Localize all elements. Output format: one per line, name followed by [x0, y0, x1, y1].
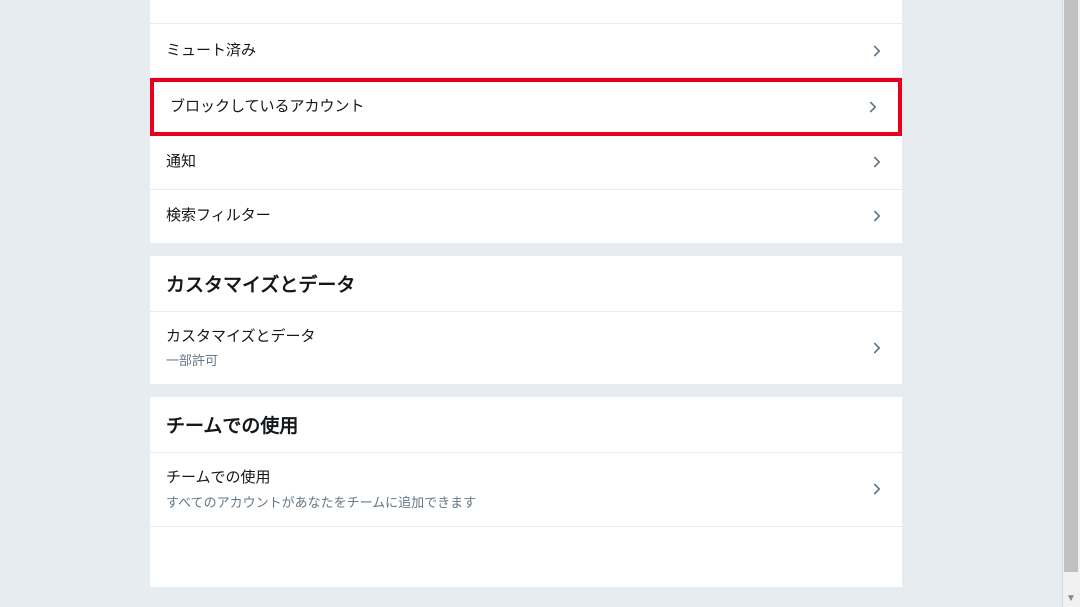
chevron-right-icon — [864, 98, 882, 116]
settings-item-label: チームでの使用 — [166, 468, 476, 488]
settings-item-label: カスタマイズとデータ — [166, 327, 316, 347]
settings-item-label: 検索フィルター — [166, 206, 271, 226]
settings-item-customize-data[interactable]: カスタマイズとデータ 一部許可 — [150, 312, 902, 386]
settings-item-subtitle: 一部許可 — [166, 350, 316, 369]
chevron-right-icon — [868, 339, 886, 357]
settings-item-subtitle: すべてのアカウントがあなたをチームに追加できます — [166, 492, 476, 511]
list-item-content: チームでの使用 すべてのアカウントがあなたをチームに追加できます — [166, 468, 476, 511]
chevron-right-icon — [868, 42, 886, 60]
settings-item-team-usage[interactable]: チームでの使用 すべてのアカウントがあなたをチームに追加できます — [150, 453, 902, 527]
section-divider — [150, 385, 902, 397]
settings-panel: ミュート済み ブロックしているアカウント 通知 検索フィルター カスタマイズとデ… — [150, 0, 902, 587]
section-header-team-usage: チームでの使用 — [150, 397, 902, 453]
partial-row-top — [150, 0, 902, 24]
settings-item-label: ブロックしているアカウント — [170, 97, 365, 117]
settings-item-blocked-accounts[interactable]: ブロックしているアカウント — [150, 78, 902, 136]
section-header-customize-data: カスタマイズとデータ — [150, 256, 902, 312]
section-divider — [150, 244, 902, 256]
list-item-content: カスタマイズとデータ 一部許可 — [166, 327, 316, 370]
scrollbar-down-arrow-icon[interactable]: ▼ — [1062, 589, 1080, 607]
vertical-scrollbar[interactable]: ▼ — [1062, 0, 1080, 607]
chevron-right-icon — [868, 207, 886, 225]
scrollbar-thumb[interactable] — [1064, 0, 1078, 572]
settings-item-label: ミュート済み — [166, 41, 256, 61]
settings-item-search-filters[interactable]: 検索フィルター — [150, 190, 902, 244]
settings-item-muted[interactable]: ミュート済み — [150, 24, 902, 78]
settings-item-notifications[interactable]: 通知 — [150, 136, 902, 190]
chevron-right-icon — [868, 480, 886, 498]
settings-item-label: 通知 — [166, 152, 196, 172]
panel-filler — [150, 527, 902, 587]
chevron-right-icon — [868, 153, 886, 171]
